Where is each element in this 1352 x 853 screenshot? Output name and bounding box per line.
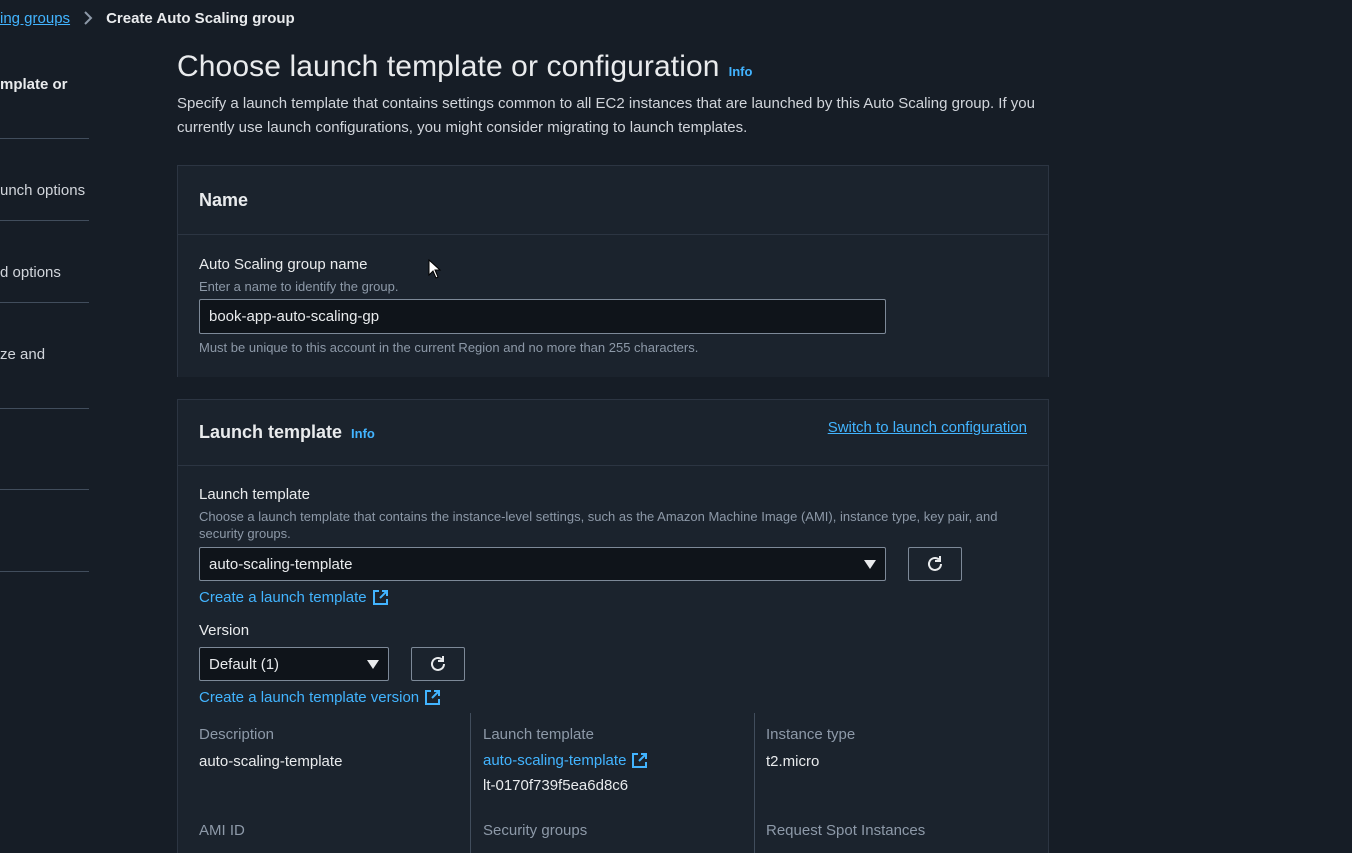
launch-template-select[interactable]: auto-scaling-template: [199, 547, 886, 581]
name-panel: Name Auto Scaling group name Enter a nam…: [177, 165, 1049, 377]
breadcrumb-link-auto-scaling-groups[interactable]: ing groups: [0, 10, 70, 27]
column-divider: [470, 713, 471, 853]
external-link-icon: [425, 690, 441, 705]
step-item-instance-launch-options[interactable]: unch options: [0, 182, 89, 199]
description-label: Description: [199, 726, 275, 743]
launch-template-panel-title: Launch template: [199, 422, 343, 442]
create-launch-template-version-label: Create a launch template version: [199, 689, 420, 706]
asg-name-hint: Enter a name to identify the group.: [199, 279, 399, 294]
page-header: Choose launch template or configuration …: [177, 50, 1049, 140]
description-value: auto-scaling-template: [199, 753, 343, 770]
version-label: Version: [199, 622, 250, 639]
instance-type-value: t2.micro: [766, 753, 820, 770]
external-link-icon: [632, 753, 648, 768]
caret-down-icon: [367, 659, 379, 669]
mouse-cursor-icon: [428, 259, 442, 279]
launch-template-panel-header: Launch template Info Switch to launch co…: [178, 400, 1048, 466]
step-divider: [0, 138, 89, 139]
launch-template-panel: Launch template Info Switch to launch co…: [177, 399, 1049, 853]
asg-name-constraint: Must be unique to this account in the cu…: [199, 340, 699, 355]
caret-down-icon: [864, 559, 876, 569]
template-id-value: lt-0170f739f5ea6d8c6: [483, 777, 629, 794]
breadcrumb: ing groups Create Auto Scaling group: [0, 8, 295, 28]
create-launch-template-label: Create a launch template: [199, 589, 367, 606]
column-divider: [754, 713, 755, 853]
request-spot-label: Request Spot Instances: [766, 822, 926, 839]
launch-template-label: Launch template: [199, 486, 310, 503]
chevron-right-icon: [70, 11, 106, 25]
launch-template-select-value: auto-scaling-template: [209, 555, 353, 573]
name-panel-title: Name: [199, 189, 249, 210]
step-item-group-size[interactable]: ze and: [0, 346, 89, 363]
info-link[interactable]: Info: [729, 64, 753, 79]
template-detail-label: Launch template: [483, 726, 594, 743]
security-groups-label: Security groups: [483, 822, 588, 839]
breadcrumb-current: Create Auto Scaling group: [106, 9, 295, 27]
refresh-icon: [431, 656, 445, 671]
launch-template-hint: Choose a launch template that contains t…: [199, 509, 998, 541]
step-item-advanced-options[interactable]: d options: [0, 264, 89, 281]
page-title: Choose launch template or configuration: [177, 50, 720, 83]
ami-id-label: AMI ID: [199, 822, 245, 839]
step-divider: [0, 571, 89, 572]
refresh-icon: [928, 556, 942, 571]
version-select-value: Default (1): [209, 655, 280, 673]
switch-to-launch-configuration-link[interactable]: Switch to launch configuration: [828, 419, 1027, 436]
refresh-templates-button[interactable]: [908, 547, 962, 581]
step-divider: [0, 302, 89, 303]
step-divider: [0, 489, 89, 490]
template-detail-link[interactable]: auto-scaling-template: [483, 752, 648, 769]
step-divider: [0, 220, 89, 221]
version-select[interactable]: Default (1): [199, 647, 389, 681]
step-item-choose-template[interactable]: mplate or: [0, 76, 89, 93]
create-launch-template-link[interactable]: Create a launch template: [199, 589, 389, 606]
step-divider: [0, 408, 89, 409]
external-link-icon: [372, 590, 388, 605]
create-launch-template-version-link[interactable]: Create a launch template version: [199, 689, 441, 706]
name-panel-header: Name: [178, 166, 1048, 235]
template-detail-link-label: auto-scaling-template: [483, 752, 627, 769]
asg-name-input[interactable]: book-app-auto-scaling-gp: [199, 299, 886, 334]
instance-type-label: Instance type: [766, 726, 856, 743]
info-link[interactable]: Info: [351, 426, 375, 441]
page-description: Specify a launch template that contains …: [177, 95, 1035, 136]
asg-name-label: Auto Scaling group name: [199, 256, 368, 273]
refresh-versions-button[interactable]: [411, 647, 465, 681]
